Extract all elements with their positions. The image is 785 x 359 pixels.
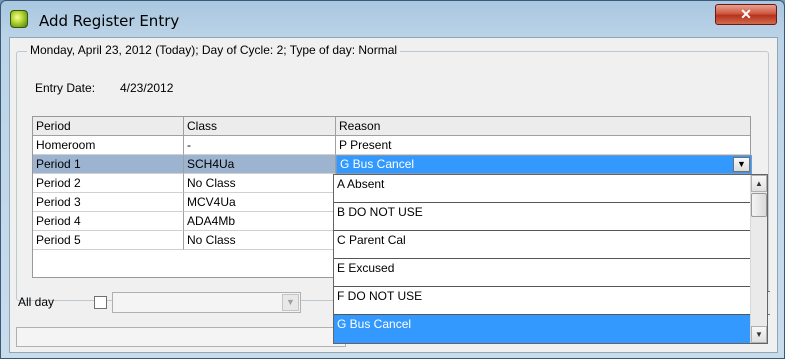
dropdown-option[interactable]: F DO NOT USE [334, 287, 750, 315]
class-cell[interactable]: MCV4Ua [184, 193, 336, 212]
class-cell[interactable]: No Class [184, 231, 336, 250]
period-cell[interactable]: Homeroom [33, 136, 184, 155]
chevron-down-icon[interactable]: ▼ [733, 157, 750, 172]
class-cell[interactable]: No Class [184, 174, 336, 193]
dropdown-option-selected[interactable]: G Bus Cancel [334, 315, 750, 343]
add-register-entry-window: Add Register Entry ✕ Monday, April 23, 2… [0, 0, 785, 359]
app-icon [10, 10, 28, 28]
entry-date-value: 4/23/2012 [120, 81, 174, 95]
title-bar[interactable]: Add Register Entry ✕ [1, 1, 784, 37]
period-cell[interactable]: Period 5 [33, 231, 184, 250]
grid-header-row: Period Class Reason [33, 117, 750, 136]
all-day-label: All day [18, 295, 55, 309]
all-day-combobox: ▼ [112, 292, 301, 313]
close-icon: ✕ [740, 6, 752, 22]
comment-field[interactable] [16, 327, 346, 347]
day-info-legend: Monday, April 23, 2012 (Today); Day of C… [27, 43, 401, 57]
column-header-period[interactable]: Period [33, 117, 184, 136]
column-header-class[interactable]: Class [184, 117, 336, 136]
scroll-down-icon[interactable]: ▼ [751, 326, 767, 343]
reason-dropdown-list[interactable]: A Absent B DO NOT USE C Parent Cal E Exc… [333, 174, 768, 344]
scroll-up-icon[interactable]: ▲ [751, 175, 767, 192]
class-cell[interactable]: - [184, 136, 336, 155]
dropdown-option[interactable]: B DO NOT USE [334, 203, 750, 231]
dropdown-scrollbar[interactable]: ▲ ▼ [750, 175, 767, 343]
window-title: Add Register Entry [39, 12, 180, 30]
table-row[interactable]: Homeroom - P Present [33, 136, 750, 155]
close-button[interactable]: ✕ [715, 4, 777, 25]
entry-date-label: Entry Date: [35, 81, 96, 95]
period-cell[interactable]: Period 1 [33, 155, 184, 174]
period-cell[interactable]: Period 2 [33, 174, 184, 193]
class-cell[interactable]: ADA4Mb [184, 212, 336, 231]
period-cell[interactable]: Period 3 [33, 193, 184, 212]
class-cell[interactable]: SCH4Ua [184, 155, 336, 174]
scroll-thumb[interactable] [751, 193, 767, 217]
period-cell[interactable]: Period 4 [33, 212, 184, 231]
reason-combobox-value: G Bus Cancel [340, 157, 415, 171]
column-header-reason[interactable]: Reason [336, 117, 750, 136]
dropdown-option[interactable]: C Parent Cal [334, 231, 750, 259]
table-row-selected[interactable]: Period 1 SCH4Ua G Bus Cancel ▼ [33, 155, 752, 174]
chevron-down-icon: ▼ [282, 294, 299, 311]
reason-combobox[interactable]: G Bus Cancel ▼ [336, 155, 752, 174]
all-day-checkbox[interactable] [94, 296, 107, 309]
reason-cell[interactable]: P Present [336, 136, 750, 155]
dropdown-option[interactable]: E Excused [334, 259, 750, 287]
dropdown-option[interactable]: A Absent [334, 175, 750, 203]
